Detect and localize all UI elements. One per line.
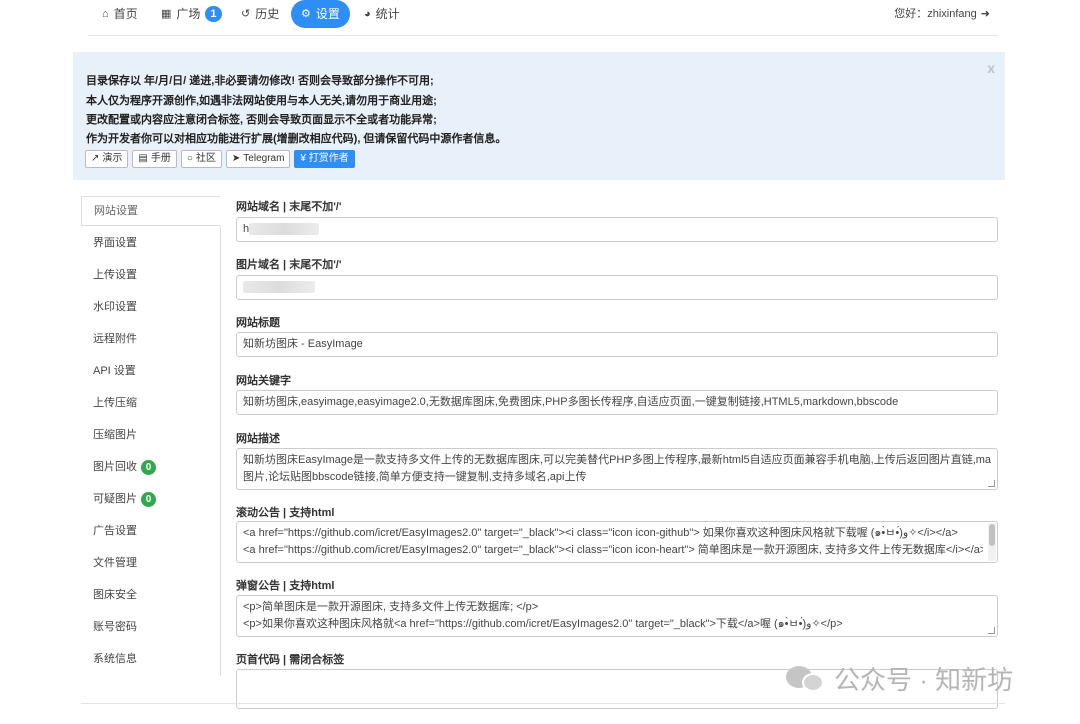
sidebar-divider [220, 226, 221, 676]
site-domain-input[interactable]: h [236, 217, 998, 242]
sidebar-item-watermark[interactable]: 水印设置 [81, 292, 220, 322]
suspicious-count-badge: 0 [141, 491, 156, 507]
scroll-notice-textarea[interactable]: <a href="https://github.com/icret/EasyIm… [236, 521, 998, 563]
sidebar-item-site[interactable]: 网站设置 [81, 196, 220, 226]
keywords-label: 网站关键字 [236, 375, 291, 387]
sidebar-item-recycle[interactable]: 图片回收 0 [81, 452, 220, 482]
user-greeting[interactable]: 您好：zhixinfang ➜ [894, 0, 990, 28]
notice-line-4: 作为开发者你可以对相应功能进行扩展(增删改相应代码), 但请保留代码中源作者信息… [86, 133, 507, 145]
resize-handle[interactable] [988, 627, 995, 634]
sidebar-item-upload-compress[interactable]: 上传压缩 [81, 388, 220, 418]
image-domain-label: 图片域名 | 末尾不加'/' [236, 259, 342, 271]
description-textarea[interactable]: 知新坊图床EasyImage是一款支持多文件上传的无数据库图床,可以完美替代PH… [236, 448, 998, 490]
book-icon: ▤ [138, 153, 148, 164]
recycle-count-badge: 0 [141, 459, 156, 475]
blurred-value [249, 223, 320, 236]
comments-icon: ○ [186, 153, 193, 164]
wechat-icon [786, 664, 826, 694]
sidebar-item-api[interactable]: API 设置 [81, 356, 220, 386]
description-label: 网站描述 [236, 433, 280, 445]
site-title-input[interactable]: 知新坊图床 - EasyImage [236, 332, 998, 357]
nav-history[interactable]: ↺ 历史 [231, 0, 289, 28]
sidebar-item-security[interactable]: 图床安全 [81, 580, 220, 610]
scrollbar-thumb[interactable] [989, 524, 995, 546]
popup-notice-textarea[interactable]: <p>简单图床是一款开源图床, 支持多文件上传无数据库; </p> <p>如果你… [236, 595, 998, 637]
header-code-label: 页首代码 | 需闭合标签 [236, 654, 345, 666]
sidebar-item-ads[interactable]: 广告设置 [81, 516, 220, 546]
demo-button[interactable]: ↗ 演示 [85, 150, 129, 168]
nav-settings[interactable]: ⚙ 设置 [291, 0, 350, 28]
sidebar-item-ui[interactable]: 界面设置 [81, 228, 220, 258]
footer-divider [81, 703, 1005, 704]
site-domain-label: 网站域名 | 末尾不加'/' [236, 201, 342, 213]
settings-sidebar: 网站设置 界面设置 上传设置 水印设置 远程附件 API 设置 上传压缩 压缩图… [81, 196, 221, 676]
telegram-button[interactable]: ➤ Telegram [225, 150, 291, 168]
square-count-badge: 1 [205, 6, 222, 22]
sidebar-item-suspicious[interactable]: 可疑图片 0 [81, 484, 220, 514]
keywords-input[interactable]: 知新坊图床,easyimage,easyimage2.0,无数据库图床,免费图床… [236, 390, 998, 415]
donate-button[interactable]: ¥ 打赏作者 [294, 150, 355, 168]
sidebar-item-account[interactable]: 账号密码 [81, 612, 220, 642]
nav-home[interactable]: ⌂ 首页 [92, 0, 148, 28]
notice-close-button[interactable]: x [987, 60, 995, 76]
notice-line-3: 更改配置或内容应注意闭合标签, 否则会导致页面显示不全或者功能异常; [86, 114, 437, 126]
notice-line-2: 本人仅为程序开源创作,如遇非法网站使用与本人无关,请勿用于商业用途; [86, 95, 437, 107]
wechat-watermark: 公众号 · 知新坊 [786, 660, 1013, 697]
history-icon: ↺ [241, 8, 251, 20]
sign-out-icon[interactable]: ➜ [981, 0, 990, 28]
top-navbar: ⌂ 首页 ▦ 广场 1 ↺ 历史 ⚙ 设置 ◕ 统计 您好：zhixinfang… [88, 0, 998, 36]
blurred-value [243, 281, 315, 294]
paper-plane-icon: ➤ [231, 153, 241, 164]
nav-square[interactable]: ▦ 广场 1 [151, 0, 232, 28]
grid-icon: ▦ [161, 8, 172, 20]
sidebar-item-upload[interactable]: 上传设置 [81, 260, 220, 290]
sidebar-item-compress-images[interactable]: 压缩图片 [81, 420, 220, 450]
external-link-icon: ↗ [91, 153, 100, 164]
pie-chart-icon: ◕ [364, 8, 371, 20]
home-icon: ⌂ [102, 8, 109, 20]
sidebar-item-remote[interactable]: 远程附件 [81, 324, 220, 354]
sidebar-item-system[interactable]: 系统信息 [81, 644, 220, 674]
gears-icon: ⚙ [301, 8, 311, 20]
scroll-notice-label: 滚动公告 | 支持html [236, 507, 335, 519]
textarea-scrollbar[interactable] [988, 523, 996, 561]
resize-handle[interactable] [988, 480, 995, 487]
notice-line-1: 目录保存以 年/月/日/ 递进,非必要请勿修改! 否则会导致部分操作不可用; [86, 75, 434, 87]
site-title-label: 网站标题 [236, 317, 280, 329]
popup-notice-label: 弹窗公告 | 支持html [236, 580, 335, 592]
community-button[interactable]: ○ 社区 [180, 150, 222, 168]
sidebar-item-files[interactable]: 文件管理 [81, 548, 220, 578]
manual-button[interactable]: ▤ 手册 [132, 150, 177, 168]
notice-alert: 目录保存以 年/月/日/ 递进,非必要请勿修改! 否则会导致部分操作不可用; 本… [73, 52, 1005, 180]
nav-stats[interactable]: ◕ 统计 [354, 0, 410, 28]
image-domain-input[interactable] [236, 275, 998, 300]
